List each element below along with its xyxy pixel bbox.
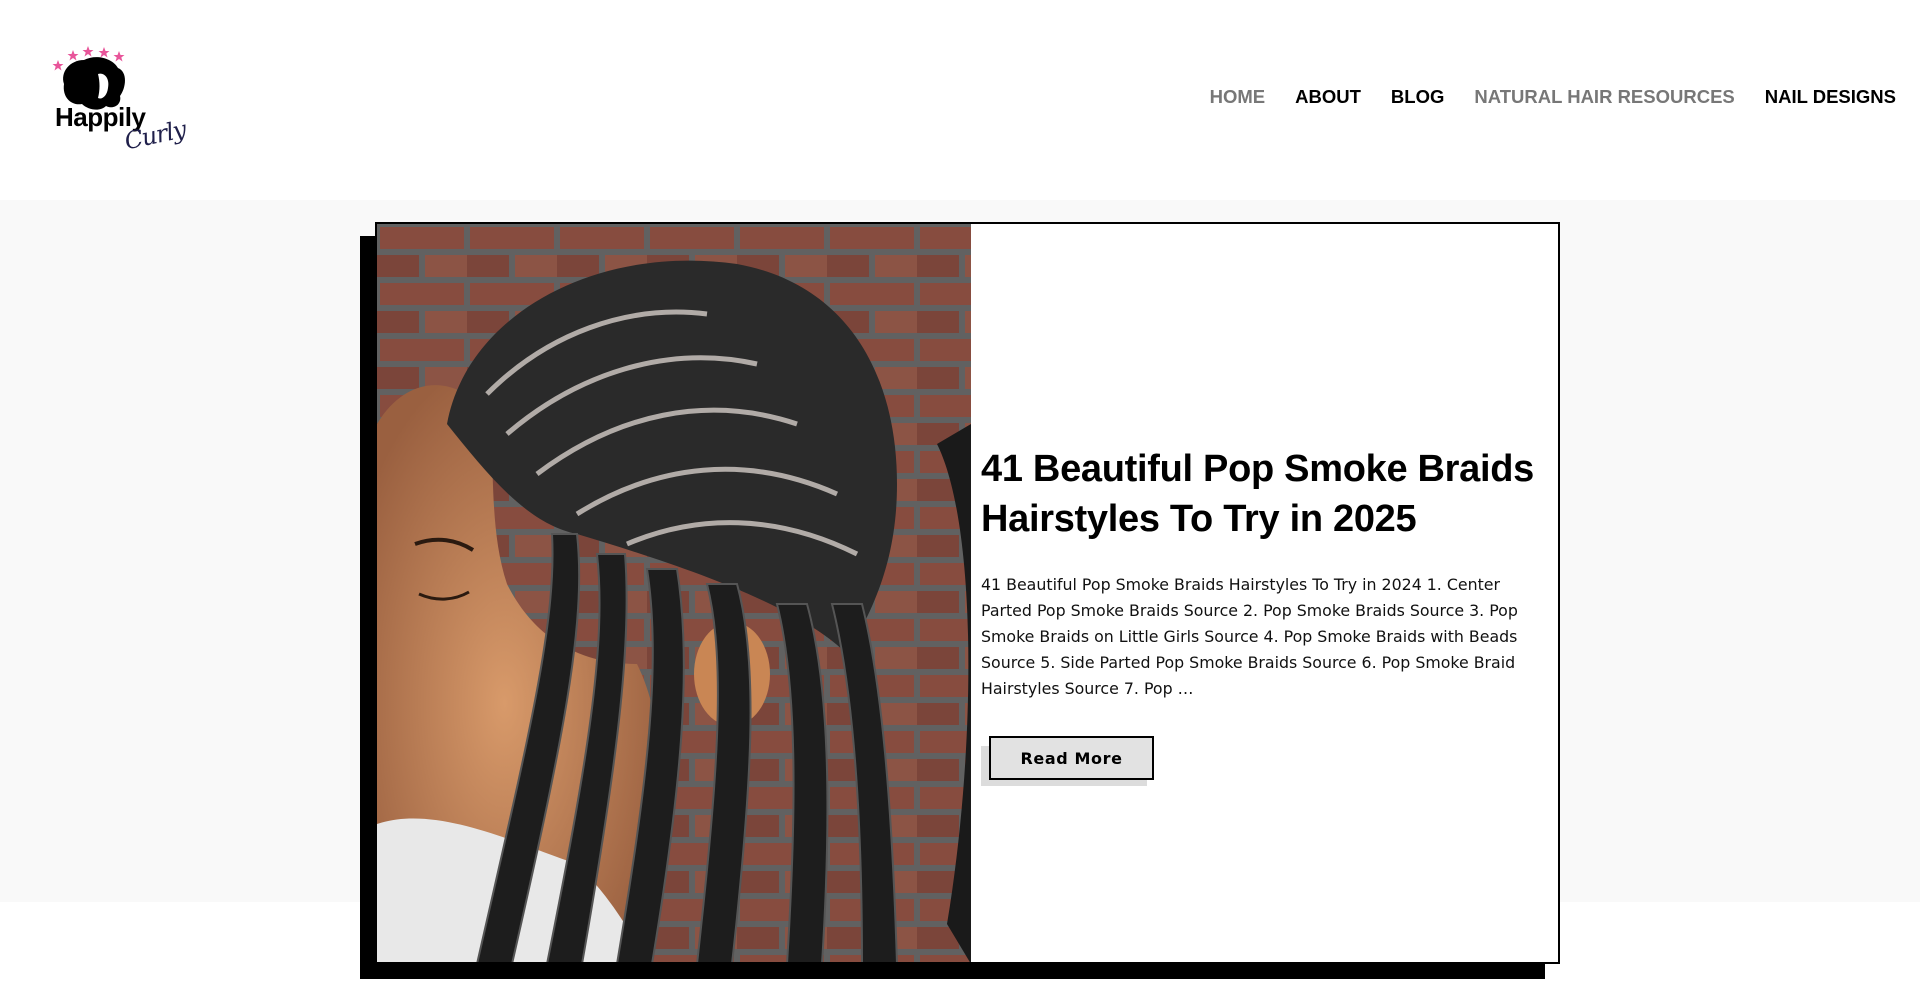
main-nav: HOME ABOUT BLOG NATURAL HAIR RESOURCES N… xyxy=(1210,86,1896,108)
braids-photo-illustration xyxy=(377,224,971,962)
read-more-wrapper: Read More xyxy=(981,736,1156,788)
site-logo[interactable]: Happily Curly xyxy=(52,44,188,166)
post-content: 41 Beautiful Pop Smoke Braids Hairstyles… xyxy=(981,444,1551,788)
nav-natural-hair-resources[interactable]: NATURAL HAIR RESOURCES xyxy=(1474,86,1734,108)
site-header: Happily Curly HOME ABOUT BLOG NATURAL HA… xyxy=(0,0,1920,200)
nav-home[interactable]: HOME xyxy=(1210,86,1266,108)
nav-blog[interactable]: BLOG xyxy=(1391,86,1444,108)
nav-nail-designs[interactable]: NAIL DESIGNS xyxy=(1765,86,1896,108)
braids-photo[interactable] xyxy=(377,224,971,962)
featured-post-card: 41 Beautiful Pop Smoke Braids Hairstyles… xyxy=(375,222,1560,964)
read-more-button[interactable]: Read More xyxy=(989,736,1154,780)
post-title[interactable]: 41 Beautiful Pop Smoke Braids Hairstyles… xyxy=(981,444,1551,544)
post-excerpt: 41 Beautiful Pop Smoke Braids Hairstyles… xyxy=(981,575,1518,698)
nav-about[interactable]: ABOUT xyxy=(1295,86,1361,108)
